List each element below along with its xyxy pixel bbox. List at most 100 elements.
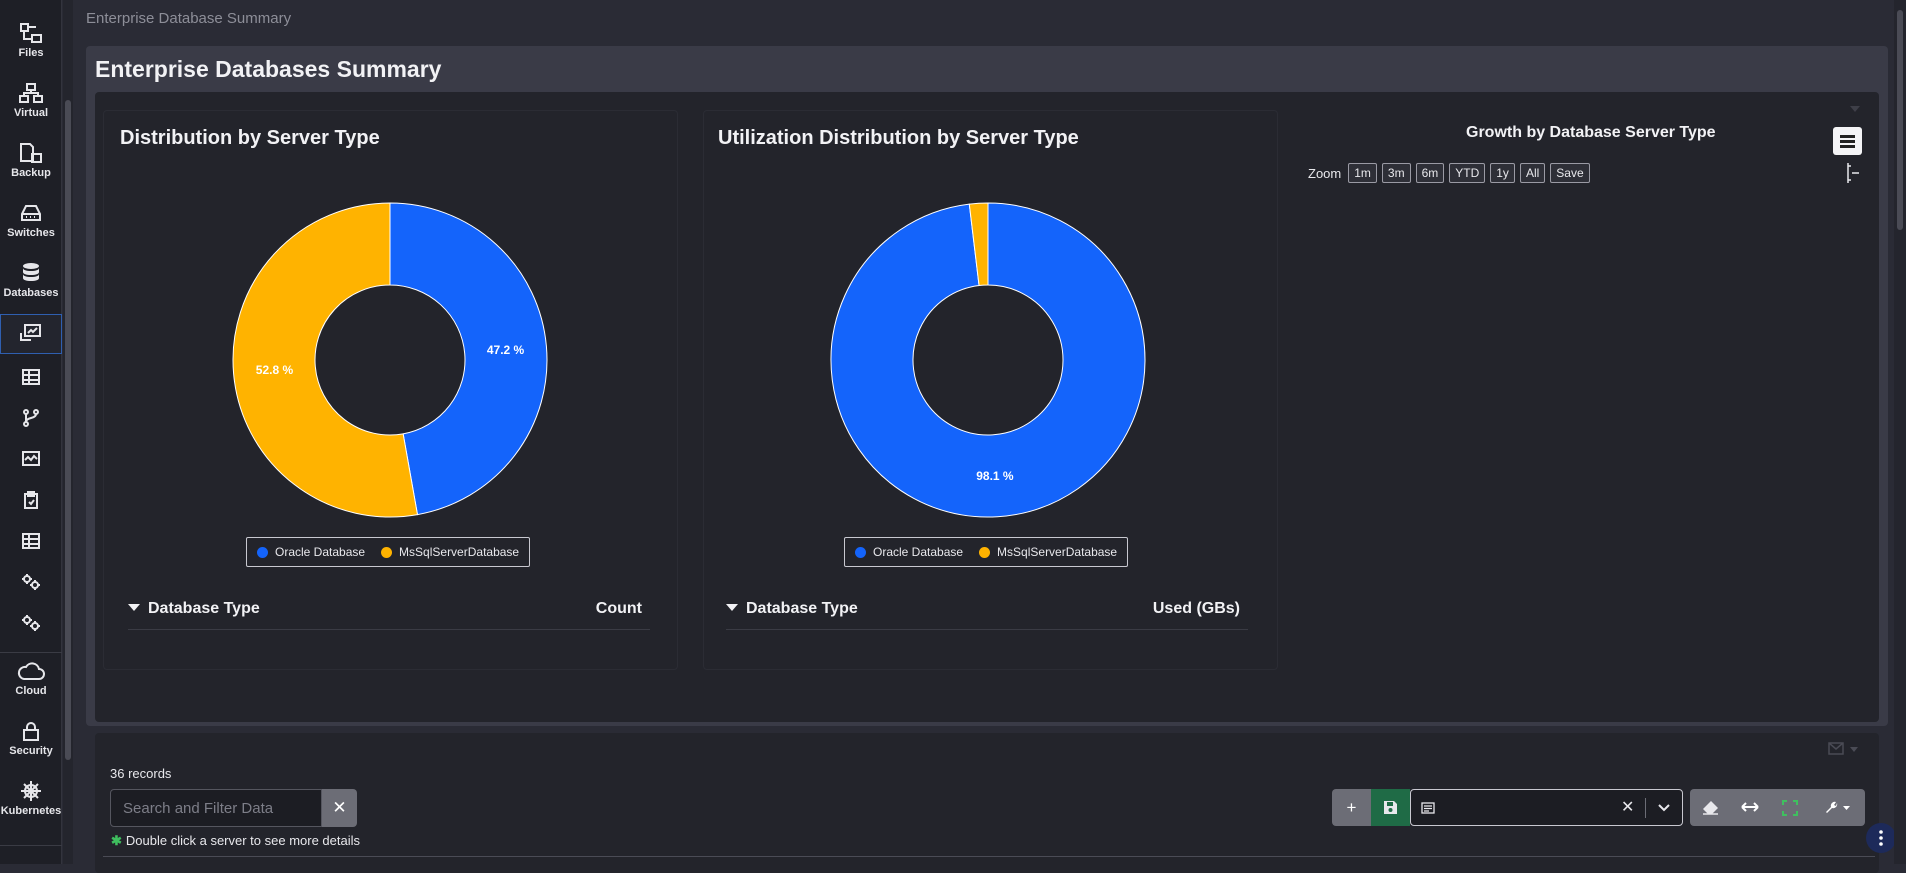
chart-title-utilization: Utilization Distribution by Server Type <box>718 127 1079 149</box>
mssql-legend-dot <box>979 546 991 558</box>
add-button[interactable]: + <box>1332 789 1371 826</box>
column-header-used-gbs: Used (GBs) <box>1152 600 1240 617</box>
sidebar-tool-table-2[interactable] <box>0 532 62 553</box>
zoom-6m-button[interactable]: 6m <box>1415 163 1445 183</box>
sidebar-item-databases[interactable]: Databases <box>0 262 62 299</box>
chart-menu-button[interactable] <box>1833 127 1862 155</box>
collapse-icon[interactable] <box>1850 106 1860 112</box>
sidebar-item-cloud[interactable]: Cloud <box>0 660 62 697</box>
oracle-legend-dot <box>257 546 268 558</box>
lock-icon <box>23 722 39 741</box>
data-label: 47.2 % <box>487 343 525 357</box>
network-icon <box>19 83 43 103</box>
zoom-ytd-button[interactable]: YTD <box>1449 163 1486 183</box>
kebab-menu-icon <box>1879 830 1883 846</box>
legend-label: MsSqlServerDatabase <box>399 545 520 559</box>
tools-menu-button[interactable] <box>1810 789 1865 826</box>
mail-icon[interactable] <box>1828 742 1862 756</box>
legend-distribution: Oracle Database MsSqlServerDatabase <box>246 537 531 567</box>
donut-slice-oracle[interactable] <box>389 202 548 516</box>
oracle-legend-dot <box>855 546 866 558</box>
legend-item-mssql[interactable]: MsSqlServerDatabase <box>979 545 1117 559</box>
sidebar-item-security[interactable]: Security <box>0 720 62 757</box>
sidebar-item-label: Kubernetes <box>0 805 62 817</box>
page-title: Enterprise Databases Summary <box>95 56 442 82</box>
wrench-icon <box>1825 801 1850 813</box>
clipboard-icon <box>24 491 38 509</box>
clear-view-icon[interactable]: ✕ <box>1621 797 1634 817</box>
expand-icon <box>1782 800 1798 816</box>
eraser-icon <box>1702 801 1718 815</box>
column-header-database-type: Database Type <box>148 600 260 617</box>
donut-slice-mssql[interactable] <box>232 202 419 518</box>
legend-label: MsSqlServerDatabase <box>997 545 1118 559</box>
clear-search-button[interactable]: ✕ <box>322 789 357 827</box>
sidebar-tool-clipboard[interactable] <box>0 491 62 512</box>
caret-down-icon <box>128 604 140 611</box>
data-label: 52.8 % <box>256 363 294 377</box>
page-scrollbar[interactable] <box>1894 0 1906 864</box>
close-icon: ✕ <box>332 798 347 817</box>
sidebar-tool-table[interactable] <box>0 368 62 389</box>
legend-item-mssql[interactable]: MsSqlServerDatabase <box>381 545 519 559</box>
utilization-donut-chart: 98.1 % <box>830 202 1146 518</box>
data-label: 98.1 % <box>976 469 1014 483</box>
list-icon <box>1421 802 1435 814</box>
save-view-button[interactable] <box>1371 789 1410 826</box>
arrows-horizontal-icon <box>1741 802 1759 812</box>
autosize-columns-button[interactable] <box>1730 789 1770 826</box>
zoom-3m-button[interactable]: 3m <box>1381 163 1411 183</box>
sidebar-item-switches[interactable]: Switches <box>0 202 62 239</box>
sidebar-item-kubernetes[interactable]: Kubernetes <box>0 780 62 817</box>
cloud-icon <box>17 662 45 680</box>
clear-filters-button[interactable] <box>1690 789 1730 826</box>
sidebar-scrollbar[interactable] <box>63 0 73 864</box>
sidebar-item-files[interactable]: Files <box>0 22 62 59</box>
legend-utilization: Oracle Database MsSqlServerDatabase <box>844 537 1129 567</box>
sidebar-item-label: Files <box>18 47 44 59</box>
table-header-utilization[interactable]: Database Type Used (GBs) <box>726 600 1248 630</box>
sidebar: Files Virtual Backup Switches Databases <box>0 0 62 864</box>
table-icon <box>22 369 40 385</box>
sidebar-item-virtual[interactable]: Virtual <box>0 82 62 119</box>
sidebar-item-label: Databases <box>3 287 59 299</box>
asterisk-icon: ✱ <box>111 833 122 848</box>
save-button[interactable]: Save <box>1550 163 1590 183</box>
sidebar-item-label: Security <box>9 745 53 757</box>
sidebar-tool-monitor[interactable] <box>0 450 62 471</box>
growth-chart-title: Growth by Database Server Type <box>1466 124 1716 141</box>
zoom-all-button[interactable]: All <box>1519 163 1546 183</box>
chevron-down-icon[interactable] <box>1658 804 1670 812</box>
hint-label: Double click a server to see more detail… <box>125 833 361 848</box>
sidebar-tool-dashboard[interactable] <box>0 314 62 354</box>
sidebar-tool-gears-2[interactable] <box>0 614 62 635</box>
backup-icon <box>20 143 42 163</box>
sidebar-item-label: Backup <box>11 167 51 179</box>
view-selector[interactable]: ✕ <box>1410 789 1683 826</box>
fullscreen-button[interactable] <box>1770 789 1810 826</box>
search-box: ✕ <box>110 789 357 827</box>
sidebar-tool-gears[interactable] <box>0 573 62 594</box>
search-input[interactable] <box>110 789 322 827</box>
zoom-controls: Zoom 1m 3m 6m YTD 1y All Save <box>1308 163 1595 183</box>
switch-icon <box>21 205 41 221</box>
table-header-distribution[interactable]: Database Type Count <box>128 600 650 630</box>
sidebar-item-label: Virtual <box>13 107 49 119</box>
sidebar-item-backup[interactable]: Backup <box>0 142 62 179</box>
legend-item-oracle[interactable]: Oracle Database <box>257 545 365 559</box>
sidebar-item-label: Switches <box>7 227 55 239</box>
column-header-count: Count <box>595 600 642 617</box>
dashboard-icon <box>20 324 41 341</box>
sidebar-item-label: Cloud <box>15 685 47 697</box>
more-options-button[interactable] <box>1866 823 1896 853</box>
monitor-icon <box>22 451 40 466</box>
sidebar-tool-branch[interactable] <box>0 409 62 430</box>
range-handle-icon[interactable] <box>1845 162 1861 184</box>
zoom-1y-button[interactable]: 1y <box>1490 163 1515 183</box>
legend-item-oracle[interactable]: Oracle Database <box>855 545 963 559</box>
column-header-database-type: Database Type <box>746 600 858 617</box>
legend-label: Oracle Database <box>275 545 366 559</box>
breadcrumb: Enterprise Database Summary <box>86 10 292 27</box>
floppy-icon <box>1384 801 1397 814</box>
zoom-1m-button[interactable]: 1m <box>1348 163 1377 183</box>
